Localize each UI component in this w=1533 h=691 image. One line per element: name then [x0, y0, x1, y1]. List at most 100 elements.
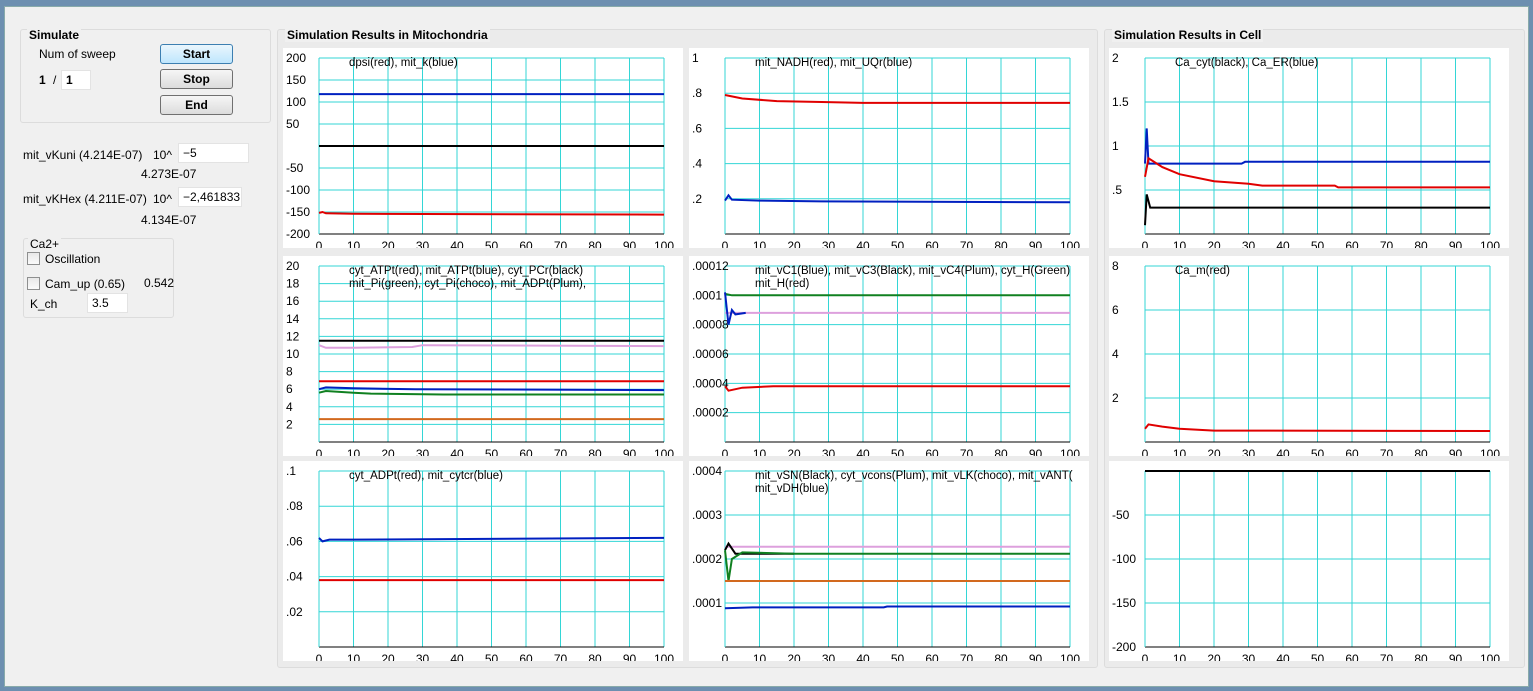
- y-tick-label: .00008: [692, 318, 729, 332]
- x-tick-label: 0: [722, 652, 729, 661]
- y-tick-label: .00002: [692, 406, 729, 420]
- chart-legend: mit_vC1(Blue), mit_vC3(Black), mit_vC4(P…: [755, 265, 1070, 277]
- kch-input[interactable]: 3.5: [87, 293, 128, 313]
- y-tick-label: .00004: [692, 376, 729, 390]
- chart-svg: 0 10 20 30 40 50 60 70 80 90 100 -50 -100 -150 -200: [1112, 470, 1500, 661]
- x-tick-label: 70: [554, 447, 568, 456]
- x-tick-label: 10: [1173, 239, 1187, 248]
- x-tick-label: 10: [753, 239, 767, 248]
- y-tick-label: 6: [1112, 303, 1119, 317]
- y-tick-label: .2: [692, 192, 702, 206]
- y-tick-label: 4: [286, 400, 293, 414]
- x-tick-label: 60: [519, 652, 533, 661]
- chart-atp: 0 10 20 30 40 50 60 70 80 90 100 20 18 16 14 12 10 8 6 4 2 cy…: [283, 256, 683, 456]
- x-tick-label: 50: [1311, 652, 1325, 661]
- vkuni-exp-label: 10^: [153, 148, 172, 162]
- chart-svg: 0 10 20 30 40 50 60 70 80 90 100 .00012 .0001 .00008.…: [692, 259, 1080, 456]
- chart-svg: 0 10 20 30 40 50 60 70 80 90 100 8 6 4 2 Ca_m(red): [1112, 259, 1500, 456]
- y-tick-label: .0003: [692, 508, 722, 522]
- simulate-title: Simulate: [27, 28, 82, 42]
- x-tick-label: 60: [1345, 239, 1359, 248]
- sweep-total-input[interactable]: 1: [61, 70, 91, 90]
- y-tick-label: -100: [1112, 552, 1136, 566]
- y-tick-label: 14: [286, 312, 300, 326]
- chart-svg: 0 10 20 30 40 50 60 70 80 90 100 1 .8 .6 .4 .2 mit_NADH(…: [692, 51, 1080, 248]
- x-tick-label: 30: [1242, 652, 1256, 661]
- y-tick-label: 4: [1112, 347, 1119, 361]
- y-tick-label: 8: [286, 365, 293, 379]
- y-tick-label: .0001: [692, 596, 722, 610]
- y-tick-label: 6: [286, 382, 293, 396]
- y-tick-label: 16: [286, 294, 300, 308]
- x-tick-label: 80: [1414, 239, 1428, 248]
- y-tick-label: 20: [286, 259, 300, 273]
- x-tick-label: 40: [856, 239, 870, 248]
- x-tick-label: 100: [1480, 652, 1500, 661]
- x-tick-label: 60: [1345, 652, 1359, 661]
- x-tick-label: 0: [316, 652, 323, 661]
- chart-legend: mit_NADH(red), mit_UQr(blue): [755, 57, 912, 69]
- x-tick-label: 20: [1207, 447, 1221, 456]
- vkuni-input[interactable]: −5: [178, 143, 249, 163]
- oscillation-label: Oscillation: [45, 252, 101, 266]
- x-tick-label: 90: [1029, 652, 1043, 661]
- sweep-current: 1: [39, 73, 46, 87]
- x-tick-label: 60: [925, 447, 939, 456]
- x-tick-label: 70: [1380, 447, 1394, 456]
- x-tick-label: 50: [891, 652, 905, 661]
- x-tick-label: 30: [416, 447, 430, 456]
- y-tick-label: 1: [692, 51, 699, 65]
- stop-button[interactable]: Stop: [160, 69, 233, 89]
- y-tick-label: 50: [286, 117, 300, 131]
- chart-legend: Ca_cyt(black), Ca_ER(blue): [1175, 57, 1318, 69]
- x-tick-label: 40: [856, 447, 870, 456]
- simulate-group: [20, 29, 271, 123]
- chart-legend: mit_H(red): [755, 278, 809, 290]
- x-tick-label: 10: [347, 652, 361, 661]
- y-tick-label: -200: [286, 227, 310, 241]
- chart-svg: 0 10 20 30 40 50 60 70 80 90 100 200 150 100 50 -50 -100…: [286, 51, 674, 248]
- x-tick-label: 90: [623, 447, 637, 456]
- ca-title: Ca2+: [28, 237, 62, 251]
- vkhex-result: 4.134E-07: [141, 213, 197, 227]
- x-tick-label: 70: [960, 239, 974, 248]
- x-tick-label: 50: [891, 447, 905, 456]
- x-tick-label: 0: [316, 239, 323, 248]
- camup-label: Cam_up (0.65): [45, 277, 126, 291]
- start-button[interactable]: Start: [160, 44, 233, 64]
- chart-legend: cyt_ATPt(red), mit_ATPt(blue), cyt_PCr(b…: [349, 265, 583, 277]
- chart-svg: 0 10 20 30 40 50 60 70 80 90 10021.51.5Ca_cyt(blac…: [1112, 51, 1500, 248]
- chart-vsn: 0 10 20 30 40 50 60 70 80 90 100 .0004 .0003 .0002 .00…: [689, 461, 1089, 661]
- x-tick-label: 20: [1207, 652, 1221, 661]
- x-tick-label: 60: [519, 239, 533, 248]
- x-tick-label: 10: [347, 239, 361, 248]
- x-tick-label: 70: [554, 239, 568, 248]
- y-tick-label: -150: [1112, 596, 1136, 610]
- x-tick-label: 20: [381, 239, 395, 248]
- x-tick-label: 50: [485, 239, 499, 248]
- chart-dpsi: 0 10 20 30 40 50 60 70 80 90 100 200 150 100 50 -50 -100…: [283, 48, 683, 248]
- x-tick-label: 40: [1276, 239, 1290, 248]
- end-button[interactable]: End: [160, 95, 233, 115]
- vkhex-input[interactable]: −2,461833: [178, 187, 242, 207]
- chart-legend: cyt_ADPt(red), mit_cytcr(blue): [349, 470, 503, 482]
- y-tick-label: 100: [286, 95, 306, 109]
- x-tick-label: 80: [588, 447, 602, 456]
- x-tick-label: 90: [1029, 239, 1043, 248]
- chart-legend: mit_vSN(Black), cyt_vcons(Plum), mit_vLK…: [755, 470, 1073, 482]
- x-tick-label: 50: [485, 447, 499, 456]
- y-tick-label: 2: [1112, 51, 1119, 65]
- camup-checkbox[interactable]: [27, 277, 40, 290]
- chart-legend: mit_Pi(green), cyt_Pi(choco), mit_ADPt(P…: [349, 278, 586, 290]
- x-tick-label: 90: [1449, 447, 1463, 456]
- x-tick-label: 20: [1207, 239, 1221, 248]
- y-tick-label: .00012: [692, 259, 729, 273]
- x-tick-label: 100: [1480, 239, 1500, 248]
- oscillation-checkbox[interactable]: [27, 252, 40, 265]
- x-tick-label: 30: [822, 239, 836, 248]
- x-tick-label: 0: [1142, 239, 1149, 248]
- x-tick-label: 70: [554, 652, 568, 661]
- x-tick-label: 100: [1060, 239, 1080, 248]
- y-tick-label: .0001: [692, 288, 722, 302]
- y-tick-label: -50: [286, 161, 304, 175]
